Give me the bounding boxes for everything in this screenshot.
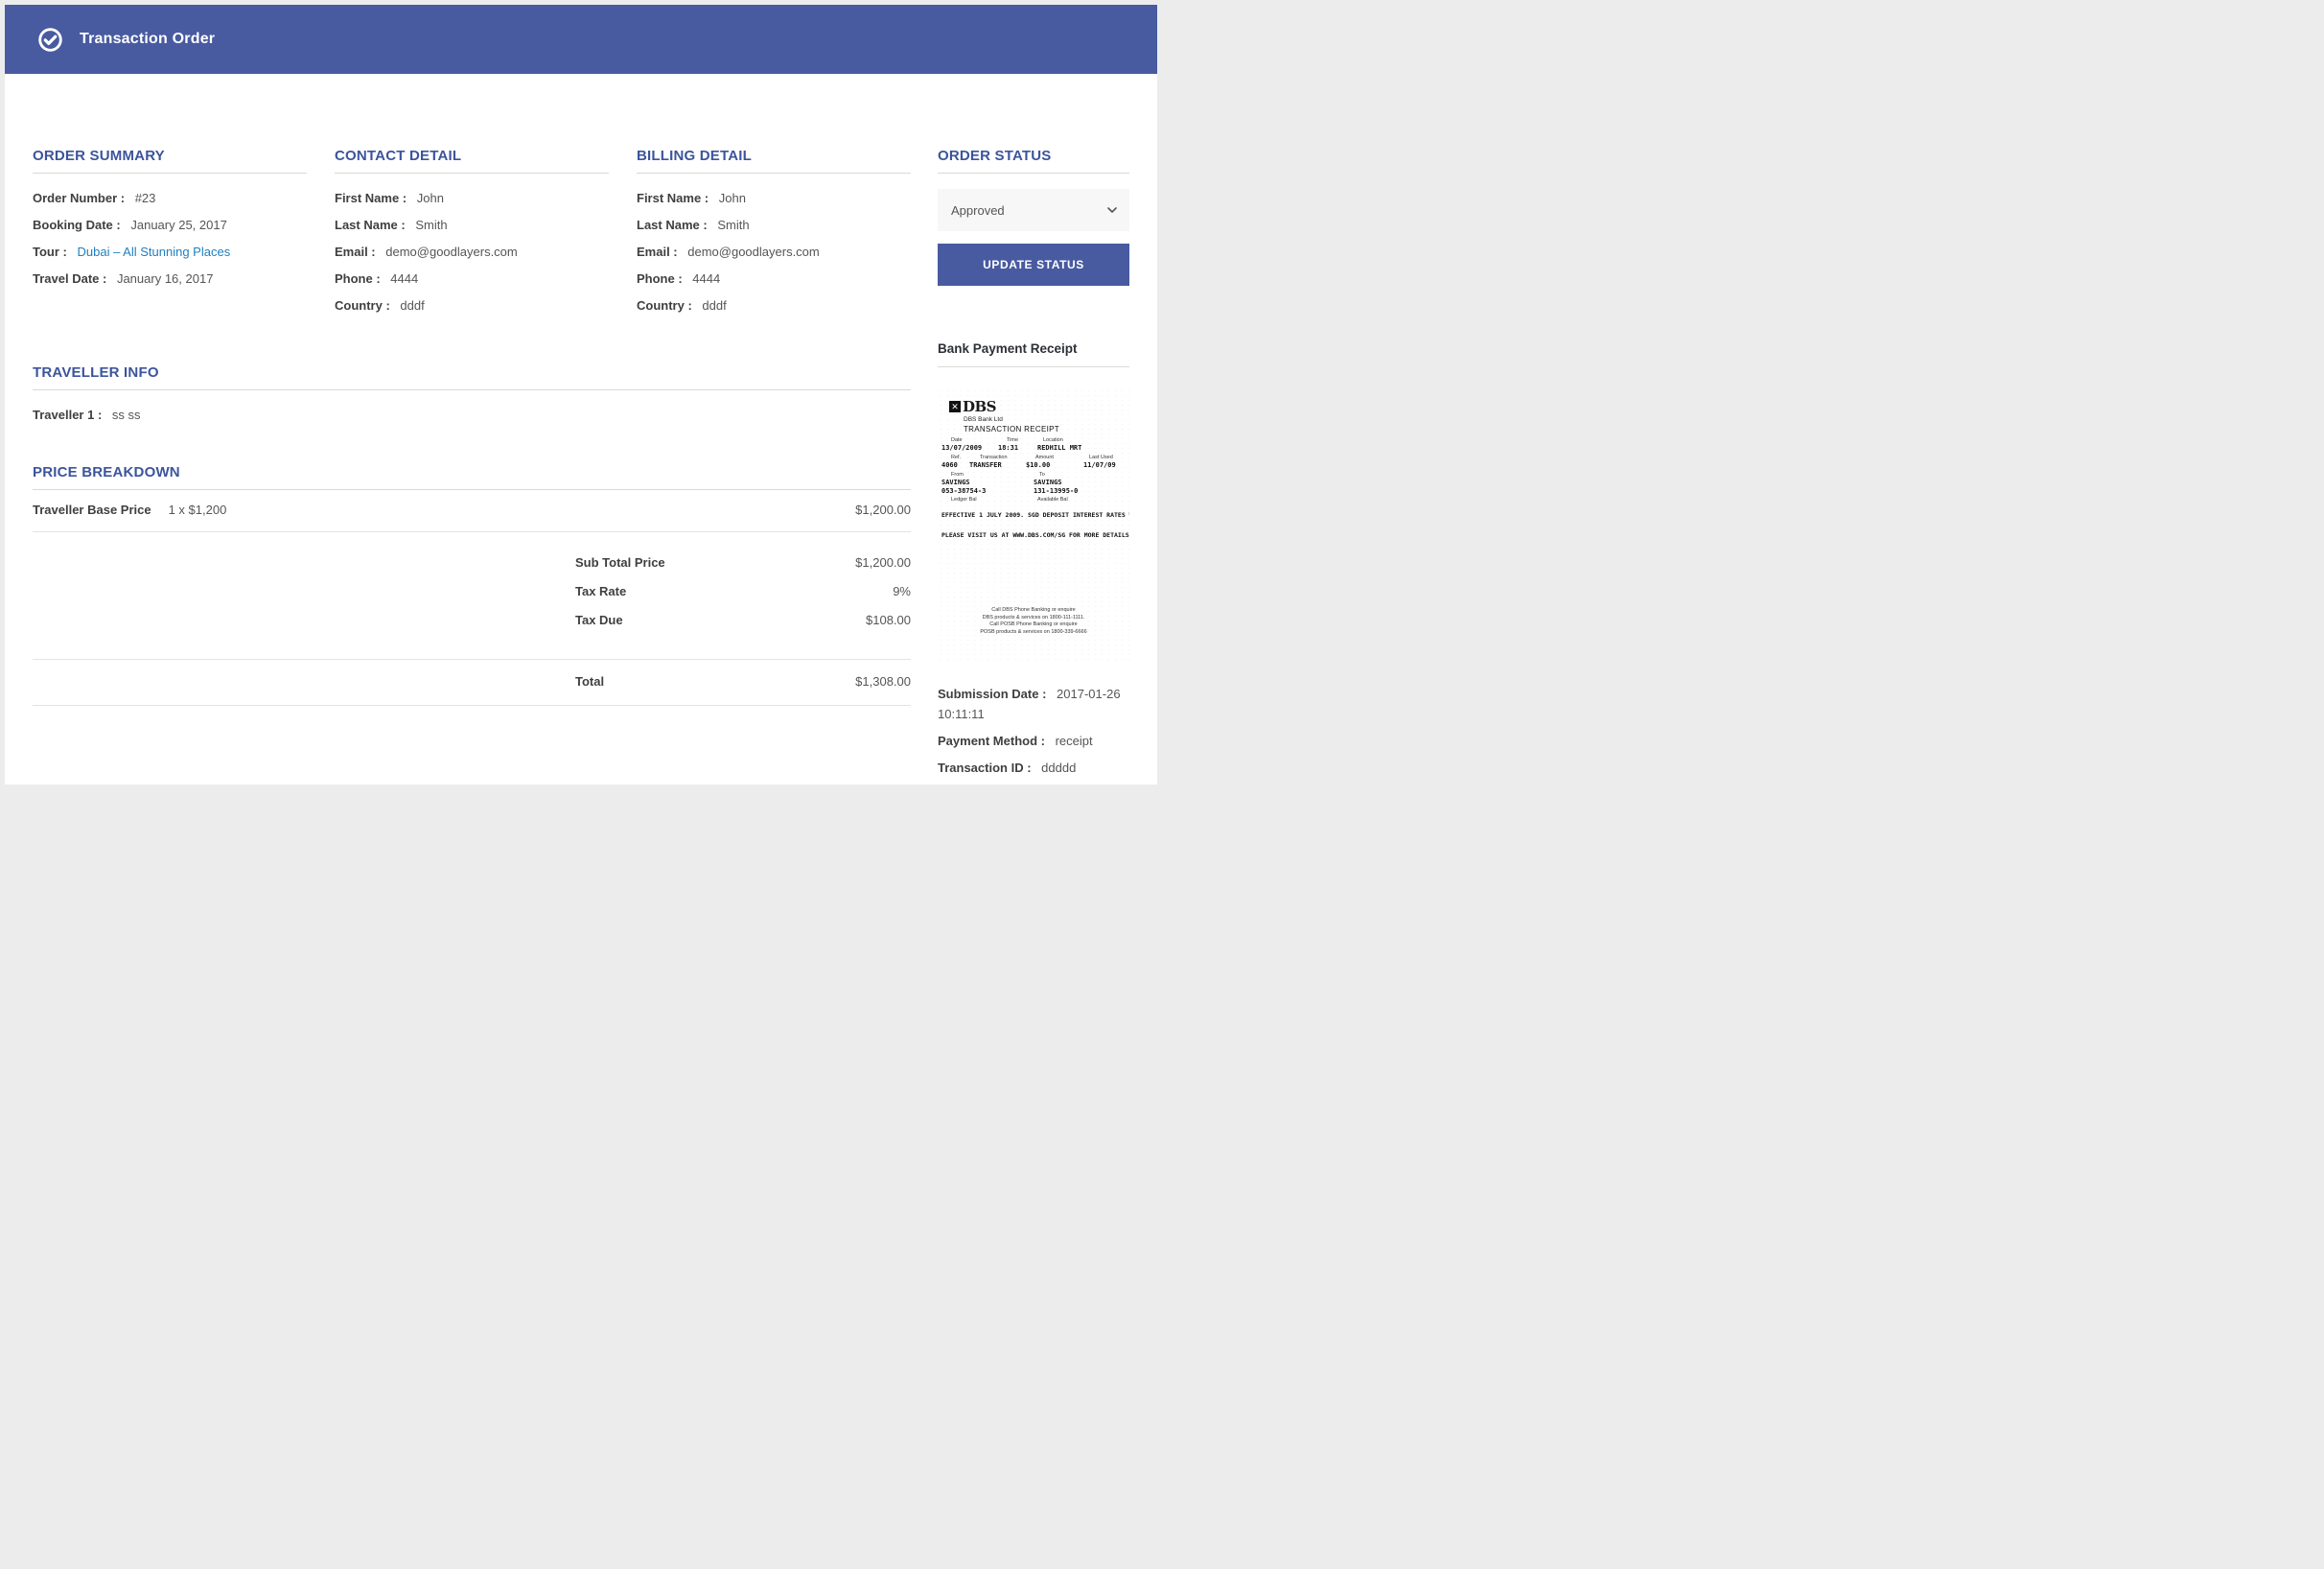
check-circle-icon — [37, 27, 63, 53]
receipt-ledger-label: Ledger Bal — [951, 497, 977, 503]
update-status-button[interactable]: UPDATE STATUS — [938, 244, 1129, 286]
transaction-order-page: Transaction Order ORDER SUMMARY Order Nu… — [5, 5, 1157, 784]
billing-detail-section: BILLING DETAIL First Name : John Last Na… — [637, 147, 911, 319]
receipt-amount-label: Amount — [1035, 455, 1054, 460]
receipt-date: 13/07/2009 — [941, 444, 982, 452]
receipt-to-account: SAVINGS — [1034, 479, 1062, 486]
field-transaction-id: Transaction ID : ddddd — [938, 758, 1129, 778]
content: ORDER SUMMARY Order Number : #23 Booking… — [5, 74, 1157, 784]
field-booking-date: Booking Date : January 25, 2017 — [33, 212, 307, 239]
tax-due-row: Tax Due $108.00 — [33, 606, 911, 635]
detail-columns: ORDER SUMMARY Order Number : #23 Booking… — [33, 147, 911, 319]
receipt-from-label: From — [951, 472, 964, 478]
receipt-location: REDHILL MRT — [1037, 444, 1081, 452]
field-submission-date: Submission Date : 2017-01-26 10:11:11 — [938, 684, 1129, 724]
sidebar: ORDER STATUS Approved UPDATE STATUS Bank… — [938, 74, 1129, 784]
tour-link[interactable]: Dubai – All Stunning Places — [77, 245, 230, 259]
receipt-ref: 4060 — [941, 461, 958, 469]
order-summary-section: ORDER SUMMARY Order Number : #23 Booking… — [33, 147, 307, 319]
bank-payment-receipt-title: Bank Payment Receipt — [938, 341, 1129, 367]
total-label: Total — [575, 674, 767, 689]
receipt-notice-1: EFFECTIVE 1 JULY 2009. SGD DEPOSIT INTER… — [941, 511, 1095, 520]
total-amount: $1,308.00 — [767, 674, 911, 689]
field-billing-country: Country : dddf — [637, 293, 911, 319]
order-summary-fields: Order Number : #23 Booking Date : Januar… — [33, 185, 307, 293]
field-order-number: Order Number : #23 — [33, 185, 307, 212]
field-contact-last-name: Last Name : Smith — [335, 212, 609, 239]
field-contact-email: Email : demo@goodlayers.com — [335, 239, 609, 266]
field-contact-first-name: First Name : John — [335, 185, 609, 212]
dbs-logo: ✕ DBS — [949, 398, 996, 415]
receipt-available-label: Available Bal — [1037, 497, 1068, 503]
field-billing-first-name: First Name : John — [637, 185, 911, 212]
receipt-date-label: Date — [951, 437, 963, 443]
order-status-section: ORDER STATUS Approved UPDATE STATUS — [938, 147, 1129, 286]
line-item-label: Traveller Base Price — [33, 503, 151, 517]
receipt-amount: $10.00 — [1026, 461, 1050, 469]
field-billing-phone: Phone : 4444 — [637, 266, 911, 293]
receipt-transaction: TRANSFER — [969, 461, 1002, 469]
traveller-info-fields: Traveller 1 : ss ss — [33, 402, 911, 429]
receipt-location-label: Location — [1043, 437, 1063, 443]
total-row: Total $1,308.00 — [33, 660, 911, 706]
tax-rate-row: Tax Rate 9% — [33, 577, 911, 606]
page-title: Transaction Order — [80, 31, 215, 48]
receipt-notice-2: PLEASE VISIT US AT WWW.DBS.COM/SG FOR MO… — [941, 531, 1095, 540]
field-payment-method: Payment Method : receipt — [938, 731, 1129, 751]
receipt-bank-name: DBS Bank Ltd — [964, 416, 1003, 423]
field-traveller-1: Traveller 1 : ss ss — [33, 402, 911, 429]
field-billing-email: Email : demo@goodlayers.com — [637, 239, 911, 266]
receipt-to-number: 131-13995-0 — [1034, 487, 1078, 495]
traveller-info-section: TRAVELLER INFO Traveller 1 : ss ss — [33, 363, 911, 429]
price-breakdown-title: PRICE BREAKDOWN — [33, 463, 911, 490]
field-travel-date: Travel Date : January 16, 2017 — [33, 266, 307, 293]
contact-detail-fields: First Name : John Last Name : Smith Emai… — [335, 185, 609, 319]
receipt-ref-label: Ref. — [951, 455, 961, 460]
line-item-detail: 1 x $1,200 — [169, 503, 227, 517]
receipt-to-label: To — [1039, 472, 1045, 478]
receipt-transaction-label: Transaction — [980, 455, 1008, 460]
receipt-last-used: 11/07/09 — [1083, 461, 1116, 469]
field-contact-phone: Phone : 4444 — [335, 266, 609, 293]
page-header-bar: Transaction Order — [5, 5, 1157, 74]
bank-receipt-image: ✕ DBS DBS Bank Ltd TRANSACTION RECEIPT D… — [938, 388, 1129, 663]
receipt-time: 18:31 — [998, 444, 1018, 452]
order-status-select[interactable]: Approved — [938, 189, 1129, 231]
receipt-from-number: 053-38754-3 — [941, 487, 986, 495]
billing-detail-title: BILLING DETAIL — [637, 147, 911, 174]
billing-detail-fields: First Name : John Last Name : Smith Emai… — [637, 185, 911, 319]
price-summary: Sub Total Price $1,200.00 Tax Rate 9% Ta… — [33, 532, 911, 660]
price-breakdown-section: PRICE BREAKDOWN Traveller Base Price 1 x… — [33, 463, 911, 706]
subtotal-row: Sub Total Price $1,200.00 — [33, 549, 911, 577]
price-line-item: Traveller Base Price 1 x $1,200 $1,200.0… — [33, 490, 911, 532]
main-column: ORDER SUMMARY Order Number : #23 Booking… — [33, 74, 911, 784]
receipt-from-account: SAVINGS — [941, 479, 970, 486]
field-contact-country: Country : dddf — [335, 293, 609, 319]
field-billing-last-name: Last Name : Smith — [637, 212, 911, 239]
receipt-doc-title: TRANSACTION RECEIPT — [964, 425, 1059, 433]
status-select-wrap: Approved — [938, 189, 1129, 231]
receipt-time-label: Time — [1007, 437, 1018, 443]
contact-detail-section: CONTACT DETAIL First Name : John Last Na… — [335, 147, 609, 319]
receipt-meta: Submission Date : 2017-01-26 10:11:11 Pa… — [938, 684, 1129, 778]
receipt-last-used-label: Last Used — [1089, 455, 1113, 460]
contact-detail-title: CONTACT DETAIL — [335, 147, 609, 174]
traveller-info-title: TRAVELLER INFO — [33, 363, 911, 390]
order-status-title: ORDER STATUS — [938, 147, 1129, 174]
dbs-logo-mark-icon: ✕ — [949, 401, 961, 412]
order-summary-title: ORDER SUMMARY — [33, 147, 307, 174]
receipt-footer: Call DBS Phone Banking or enquire DBS pr… — [938, 607, 1129, 636]
line-item-amount: $1,200.00 — [855, 503, 911, 517]
field-tour: Tour : Dubai – All Stunning Places — [33, 239, 307, 266]
